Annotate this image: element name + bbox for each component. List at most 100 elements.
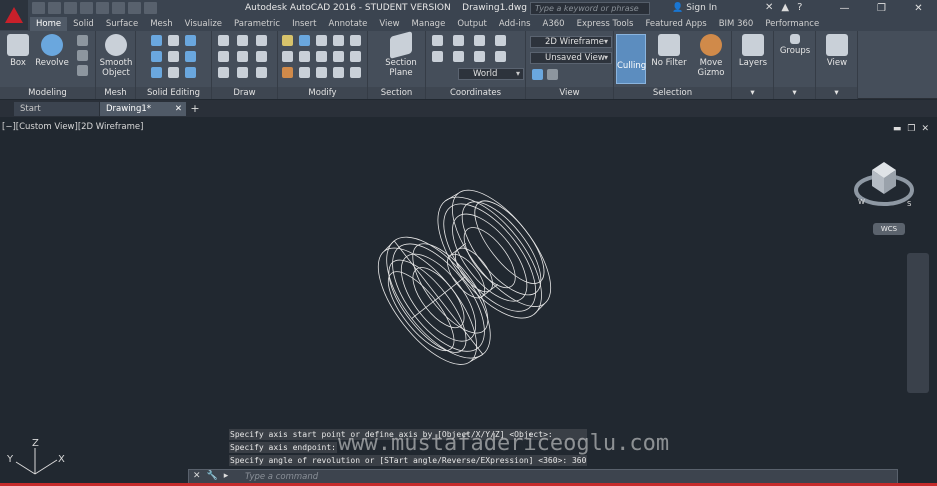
- tab-solid[interactable]: Solid: [67, 17, 100, 31]
- tab-mesh[interactable]: Mesh: [144, 17, 178, 31]
- wcs-menu-button[interactable]: WCS: [873, 223, 905, 235]
- erase-icon[interactable]: [333, 35, 344, 46]
- close-button[interactable]: ✕: [900, 0, 937, 17]
- close-command-line-icon[interactable]: ✕: [193, 471, 201, 481]
- application-menu-button[interactable]: [0, 0, 28, 30]
- extract-edges-icon[interactable]: [185, 35, 196, 46]
- trim-icon[interactable]: [316, 35, 327, 46]
- fillet-icon[interactable]: [316, 51, 327, 62]
- ucs-zaxis-icon[interactable]: [495, 51, 506, 62]
- modeling-group-label[interactable]: Modeling: [0, 87, 95, 99]
- ucs-object-icon[interactable]: [432, 51, 443, 62]
- selection-group-label[interactable]: Selection: [614, 87, 731, 99]
- doc-tab-drawing1[interactable]: Drawing1* ✕: [100, 102, 186, 116]
- ucs-origin-icon[interactable]: [474, 51, 485, 62]
- line-icon[interactable]: [237, 51, 248, 62]
- polyline-icon[interactable]: [218, 35, 229, 46]
- save-as-icon[interactable]: [80, 2, 93, 14]
- stretch-handle-icon[interactable]: [282, 67, 293, 78]
- minimize-button[interactable]: —: [826, 0, 863, 17]
- tab-surface[interactable]: Surface: [100, 17, 144, 31]
- restore-button[interactable]: ❐: [863, 0, 900, 17]
- tab-add-ins[interactable]: Add-ins: [493, 17, 537, 31]
- scale-icon[interactable]: [350, 51, 361, 62]
- mesh-group-label[interactable]: Mesh: [96, 87, 135, 99]
- groups-group-label[interactable]: ▾: [774, 87, 815, 99]
- copy-icon[interactable]: [282, 51, 293, 62]
- search-input[interactable]: Type a keyword or phrase: [530, 2, 650, 15]
- move-gizmo-button[interactable]: Move Gizmo: [692, 34, 730, 78]
- section-plane-button[interactable]: Section Plane: [377, 31, 425, 78]
- layers-group-label[interactable]: ▾: [732, 87, 773, 99]
- exchange-icon[interactable]: ✕: [765, 2, 773, 13]
- modify-group-label[interactable]: Modify: [278, 87, 367, 99]
- rectangle-icon[interactable]: [218, 67, 229, 78]
- close-tab-icon[interactable]: ✕: [175, 102, 182, 116]
- new-tab-button[interactable]: +: [188, 103, 202, 115]
- workspace-icon[interactable]: [144, 2, 157, 14]
- redo-icon[interactable]: [128, 2, 141, 14]
- section-group-label[interactable]: Section: [368, 87, 425, 99]
- move-icon[interactable]: [282, 35, 293, 46]
- ucs-view-icon[interactable]: [453, 51, 464, 62]
- point-icon[interactable]: [256, 67, 267, 78]
- stretch-icon[interactable]: [350, 35, 361, 46]
- union-icon[interactable]: [151, 35, 162, 46]
- ellipse-icon[interactable]: [256, 51, 267, 62]
- view-group-label[interactable]: View: [526, 87, 613, 99]
- visual-style-dropdown[interactable]: 2D Wireframe: [530, 36, 612, 48]
- hatch-icon[interactable]: [237, 67, 248, 78]
- navigation-bar[interactable]: [907, 253, 929, 393]
- tab-bim-360[interactable]: BIM 360: [713, 17, 760, 31]
- tab-visualize[interactable]: Visualize: [179, 17, 228, 31]
- print-icon[interactable]: [96, 2, 109, 14]
- ucs-face-icon[interactable]: [495, 35, 506, 46]
- break-icon[interactable]: [350, 67, 361, 78]
- vp-close-icon[interactable]: ✕: [921, 124, 929, 134]
- tab-view[interactable]: View: [373, 17, 405, 31]
- open-icon[interactable]: [48, 2, 61, 14]
- draw-group-label[interactable]: Draw: [212, 87, 277, 99]
- help-icon[interactable]: ?: [797, 2, 802, 13]
- join-icon[interactable]: [333, 67, 344, 78]
- smooth-object-button[interactable]: Smooth Object: [96, 34, 136, 78]
- undo-icon[interactable]: [112, 2, 125, 14]
- slice-icon[interactable]: [168, 35, 179, 46]
- tab-manage[interactable]: Manage: [406, 17, 452, 31]
- a360-icon[interactable]: ▲: [781, 2, 789, 13]
- save-icon[interactable]: [64, 2, 77, 14]
- separate-icon[interactable]: [168, 67, 179, 78]
- spline-icon[interactable]: [218, 51, 229, 62]
- command-input[interactable]: Type a command: [245, 472, 318, 482]
- viewport-controls-label[interactable]: [−][Custom View][2D Wireframe]: [2, 122, 143, 132]
- tab-annotate[interactable]: Annotate: [322, 17, 373, 31]
- view-panel-group-label[interactable]: ▾: [816, 87, 857, 99]
- array-icon[interactable]: [316, 67, 327, 78]
- view-options-icon[interactable]: [547, 69, 558, 80]
- customize-icon[interactable]: 🔧: [207, 471, 218, 481]
- ucs-previous-icon[interactable]: [474, 35, 485, 46]
- named-view-dropdown[interactable]: Unsaved View: [530, 52, 612, 64]
- groups-button[interactable]: Groups: [775, 34, 815, 56]
- subtract-icon[interactable]: [151, 51, 162, 62]
- new-icon[interactable]: [32, 2, 45, 14]
- culling-button[interactable]: Culling: [616, 34, 646, 84]
- doc-tab-start[interactable]: Start: [14, 102, 99, 116]
- drawing-viewport[interactable]: [−][Custom View][2D Wireframe] ▬ ❐ ✕ W S…: [0, 118, 937, 486]
- tab-parametric[interactable]: Parametric: [228, 17, 286, 31]
- viewport-config-icon[interactable]: [532, 69, 543, 80]
- circle-icon[interactable]: [256, 35, 267, 46]
- mirror-icon[interactable]: [299, 51, 310, 62]
- fillet-edges-icon[interactable]: [185, 67, 196, 78]
- tab-performance[interactable]: Performance: [759, 17, 825, 31]
- solid-editing-group-label[interactable]: Solid Editing: [136, 87, 211, 99]
- interfere-icon[interactable]: [168, 51, 179, 62]
- view-panel-button[interactable]: View: [817, 34, 857, 68]
- no-filter-button[interactable]: No Filter: [650, 34, 688, 68]
- sweep-icon[interactable]: [77, 65, 88, 76]
- intersect-icon[interactable]: [151, 67, 162, 78]
- explode-icon[interactable]: [333, 51, 344, 62]
- vp-minimize-icon[interactable]: ▬: [893, 124, 902, 134]
- tab-featured-apps[interactable]: Featured Apps: [639, 17, 712, 31]
- ucs-icon[interactable]: [432, 35, 443, 46]
